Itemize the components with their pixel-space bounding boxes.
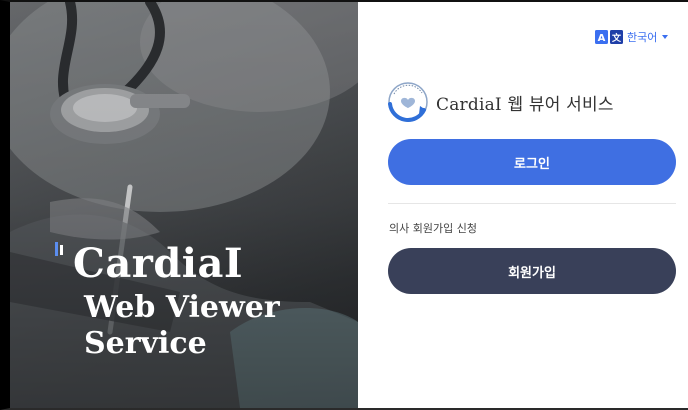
signup-hint: 의사 회원가입 신청 bbox=[389, 222, 477, 235]
svg-text:A: A bbox=[598, 33, 606, 44]
divider bbox=[388, 203, 676, 204]
translate-icon: A 文 bbox=[595, 30, 623, 44]
hero-subtitle: Web Viewer Service bbox=[84, 290, 280, 361]
svg-text:文: 文 bbox=[611, 32, 622, 44]
brand-name: CardiaI 웹 뷰어 서비스 bbox=[436, 94, 614, 115]
hero-accent-bar bbox=[55, 242, 58, 256]
hero-title: CardiaI bbox=[73, 240, 244, 287]
chevron-down-icon bbox=[662, 35, 669, 39]
hero-accent-bar-light bbox=[60, 245, 63, 255]
language-label: 한국어 bbox=[627, 31, 658, 44]
language-switcher[interactable]: A 文 한국어 bbox=[595, 29, 669, 45]
signup-button[interactable]: 회원가입 bbox=[388, 248, 676, 294]
brand-header: CardiaI 웹 뷰어 서비스 bbox=[386, 80, 614, 124]
login-button[interactable]: 로그인 bbox=[388, 139, 676, 185]
cardiai-logo bbox=[388, 82, 428, 122]
login-page: CardiaI Web Viewer Service A 文 한국어 Cardi… bbox=[0, 0, 688, 410]
hero-panel: CardiaI Web Viewer Service bbox=[10, 2, 358, 408]
